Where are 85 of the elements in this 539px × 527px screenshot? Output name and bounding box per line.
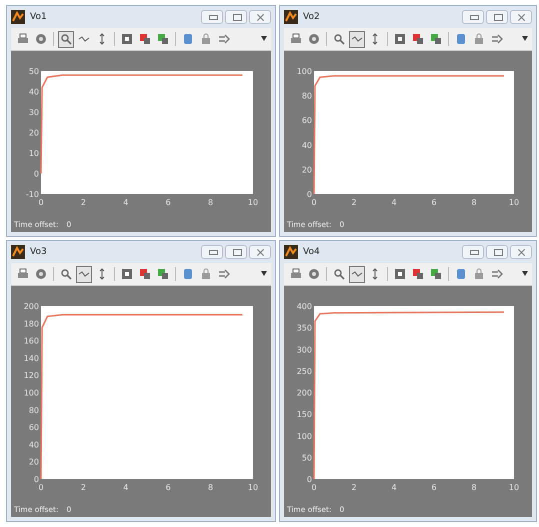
minimize-button[interactable]: [201, 10, 223, 24]
y-tick-label: 200: [296, 388, 312, 398]
y-tick-label: 100: [296, 432, 312, 441]
y-tick-label: 200: [24, 302, 39, 311]
zoom-x-icon[interactable]: [76, 266, 92, 282]
dropdown-icon[interactable]: [522, 36, 528, 42]
x-tick-label: 4: [391, 198, 397, 207]
y-tick-label: 20: [28, 458, 39, 467]
app-icon: [284, 245, 298, 259]
window-title: Vo2: [303, 12, 320, 22]
y-tick-label: 150: [296, 410, 312, 420]
x-tick-label: 10: [508, 483, 520, 492]
y-tick-label: 0: [34, 170, 39, 178]
x-tick-label: 0: [38, 198, 44, 207]
y-tick-label: 300: [296, 345, 312, 354]
x-tick-label: 6: [431, 483, 437, 492]
x-tick-label: 6: [431, 198, 437, 207]
y-tick-label: 50: [28, 67, 39, 76]
x-tick-label: 10: [508, 198, 520, 207]
y-tick-label: 20: [28, 128, 39, 138]
y-tick-label: 20: [302, 165, 312, 174]
dropdown-icon[interactable]: [522, 271, 528, 277]
y-tick-label: 400: [296, 302, 312, 311]
close-button[interactable]: [510, 10, 532, 24]
y-tick-label: 0: [34, 475, 39, 484]
y-tick-label: 10: [28, 149, 39, 158]
x-tick-label: 0: [311, 483, 317, 492]
x-tick-label: 4: [123, 483, 128, 492]
x-tick-label: 0: [38, 483, 44, 492]
window-title: Vo4: [303, 247, 320, 257]
y-tick-label: 80: [302, 92, 312, 101]
x-tick-label: 10: [248, 483, 258, 492]
x-tick-label: 8: [208, 198, 214, 207]
dropdown-icon[interactable]: [261, 36, 267, 42]
maximize-button[interactable]: [225, 245, 247, 259]
y-tick-label: 100: [24, 388, 39, 398]
x-tick-label: 8: [471, 198, 477, 207]
zoom-x-icon[interactable]: [349, 266, 365, 282]
y-tick-label: 60: [28, 423, 39, 432]
x-tick-label: 2: [351, 483, 357, 492]
zoom-icon[interactable]: [58, 30, 74, 48]
close-button[interactable]: [249, 10, 271, 24]
x-tick-label: 4: [391, 483, 397, 492]
x-tick-label: 2: [80, 198, 86, 207]
x-tick-label: 6: [166, 198, 171, 207]
y-tick-label: 40: [28, 440, 39, 450]
y-tick-label: 100: [296, 67, 312, 76]
y-tick-label: 0: [306, 190, 312, 199]
zoom-x-icon[interactable]: [349, 30, 365, 48]
y-tick-label: 180: [24, 319, 39, 328]
window-title: Vo1: [30, 12, 47, 22]
y-tick-label: 30: [28, 108, 39, 117]
y-tick-label: 80: [28, 406, 39, 415]
x-tick-label: 8: [208, 483, 214, 492]
minimize-button[interactable]: [201, 245, 223, 259]
y-tick-label: 40: [302, 140, 312, 150]
x-tick-label: 0: [311, 198, 317, 207]
y-tick-label: 160: [24, 336, 39, 346]
y-tick-label: 350: [296, 324, 312, 333]
dropdown-icon[interactable]: [261, 271, 267, 277]
x-tick-label: 6: [166, 483, 171, 492]
close-button[interactable]: [249, 245, 271, 259]
y-tick-label: 120: [24, 371, 39, 380]
y-tick-label: -10: [26, 190, 39, 199]
maximize-button[interactable]: [225, 10, 247, 24]
y-tick-label: 250: [296, 366, 312, 376]
minimize-button[interactable]: [462, 10, 484, 24]
x-tick-label: 2: [351, 198, 357, 207]
x-tick-label: 4: [123, 198, 128, 207]
maximize-button[interactable]: [486, 245, 508, 259]
close-button[interactable]: [510, 245, 532, 259]
x-tick-label: 10: [248, 198, 258, 207]
y-tick-label: 140: [24, 354, 39, 363]
y-tick-label: 0: [306, 475, 312, 484]
app-icon: [11, 245, 25, 259]
x-tick-label: 2: [80, 483, 86, 492]
x-tick-label: 8: [471, 483, 477, 492]
app-icon: [284, 10, 298, 24]
y-tick-label: 40: [28, 88, 39, 96]
y-tick-label: 50: [302, 453, 312, 462]
app-icon: [11, 10, 25, 24]
maximize-button[interactable]: [486, 10, 508, 24]
window-title: Vo3: [30, 247, 47, 257]
y-tick-label: 60: [302, 116, 312, 126]
minimize-button[interactable]: [462, 245, 484, 259]
